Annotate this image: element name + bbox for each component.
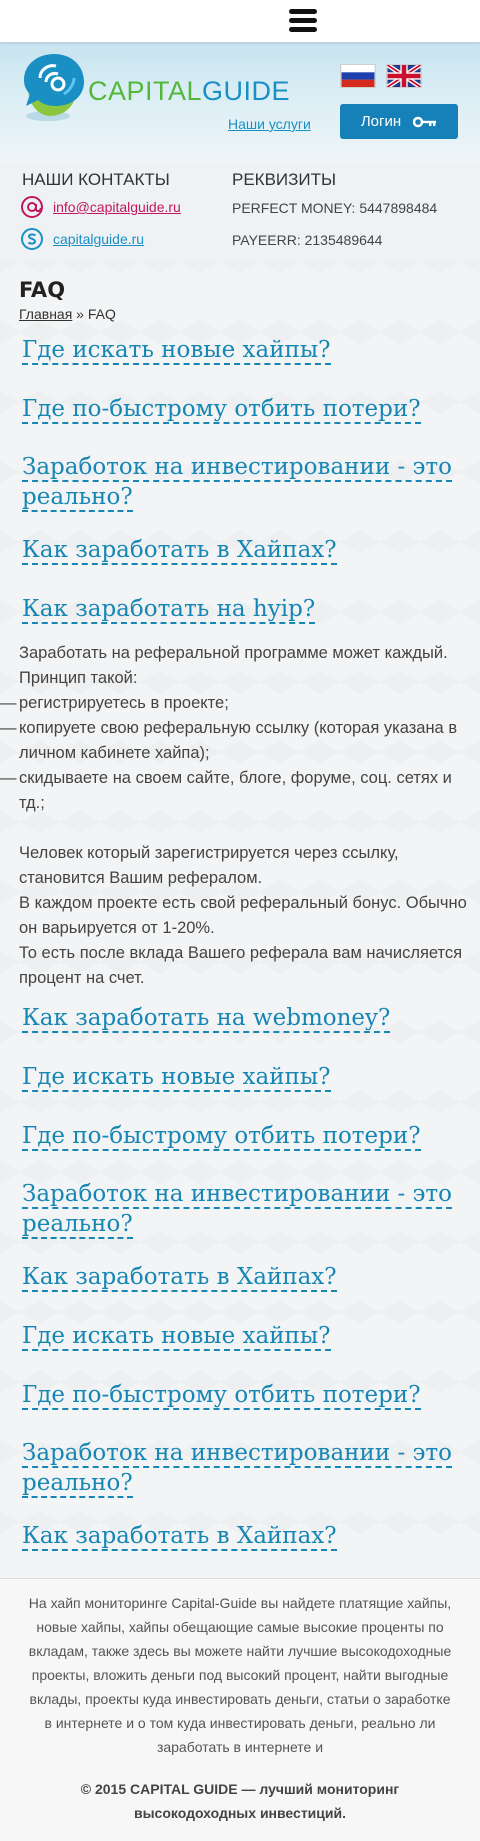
breadcrumb-current: FAQ: [87, 306, 116, 322]
answer-step: регистрируетесь в проекте;: [0, 691, 469, 716]
logo-icon[interactable]: [18, 50, 90, 128]
contacts-title: НАШИ КОНТАКТЫ: [22, 170, 170, 189]
footer-seo-text: На хайп мониторинге Capital-Guide вы най…: [28, 1595, 452, 1755]
skype-link[interactable]: capitalguide.ru: [53, 231, 144, 247]
ru-flag-icon[interactable]: [340, 64, 376, 88]
faq-question[interactable]: Как заработать в Хайпах?: [22, 1262, 462, 1292]
email-icon: [21, 196, 43, 218]
contacts-section: НАШИ КОНТАКТЫ РЕКВИЗИТЫ info@capitalguid…: [0, 162, 480, 262]
page-title: FAQ: [19, 278, 66, 302]
faq-question[interactable]: Как заработать в Хайпах?: [22, 1521, 462, 1551]
answer-paragraph: В каждом проекте есть свой реферальный б…: [19, 894, 467, 937]
faq-question-expanded[interactable]: Как заработать на hyip?: [22, 594, 462, 624]
login-button[interactable]: Логин: [340, 104, 458, 139]
faq-question[interactable]: Заработок на инвестировании - это реальн…: [22, 1438, 462, 1498]
payeer-requisite: PAYEERR: 2135489644: [232, 232, 383, 248]
faq-question[interactable]: Как заработать на webmoney?: [22, 1003, 462, 1033]
logo-wordmark[interactable]: CAPITALGUIDE: [88, 76, 290, 107]
faq-question[interactable]: Где искать новые хайпы?: [22, 1321, 462, 1351]
skype-icon: [21, 228, 43, 250]
login-label: Логин: [360, 113, 402, 130]
email-link[interactable]: info@capitalguide.ru: [53, 199, 181, 215]
breadcrumb-home-link[interactable]: Главная: [19, 306, 72, 322]
en-flag-icon[interactable]: [386, 64, 422, 88]
site-header: CAPITALGUIDE Наши услуги Логин: [0, 42, 480, 162]
answer-paragraph: Человек который зарегистрируется через с…: [19, 844, 399, 887]
logo-text-capital: CAPITAL: [88, 76, 203, 106]
main-content: FAQ Главная » FAQ Где искать новые хайпы…: [0, 262, 480, 1578]
faq-question[interactable]: Где по-быстрому отбить потери?: [22, 1121, 462, 1151]
copyright-text: © 2015 CAPITAL GUIDE — лучший мониторинг…: [80, 1781, 400, 1821]
faq-question[interactable]: Где искать новые хайпы?: [22, 335, 462, 365]
faq-question[interactable]: Как заработать в Хайпах?: [22, 535, 462, 565]
answer-intro: Заработать на реферальной программе може…: [19, 644, 448, 687]
faq-question[interactable]: Заработок на инвестировании - это реальн…: [22, 452, 462, 512]
services-link[interactable]: Наши услуги: [228, 116, 311, 132]
answer-step: копируете свою реферальную ссылку (котор…: [0, 716, 469, 766]
logo-text-guide: GUIDE: [202, 76, 291, 106]
faq-question[interactable]: Где по-быстрому отбить потери?: [22, 394, 462, 424]
answer-paragraph: То есть после вклада Вашего реферала вам…: [19, 944, 463, 987]
top-nav-bar: [0, 0, 480, 42]
requisites-title: РЕКВИЗИТЫ: [232, 170, 337, 189]
faq-answer: Заработать на реферальной программе може…: [0, 641, 469, 991]
faq-question[interactable]: Где по-быстрому отбить потери?: [22, 1380, 462, 1410]
breadcrumb-separator: »: [72, 306, 88, 322]
site-footer: На хайп мониторинге Capital-Guide вы най…: [0, 1578, 480, 1841]
hamburger-menu-icon[interactable]: [289, 9, 317, 33]
key-icon: [413, 116, 437, 127]
faq-question[interactable]: Заработок на инвестировании - это реальн…: [22, 1179, 462, 1239]
faq-question[interactable]: Где искать новые хайпы?: [22, 1062, 462, 1092]
perfect-money-requisite: PERFECT MONEY: 5447898484: [232, 200, 438, 216]
breadcrumb: Главная » FAQ: [19, 306, 116, 322]
answer-step: скидываете на своем сайте, блоге, форуме…: [0, 766, 469, 816]
